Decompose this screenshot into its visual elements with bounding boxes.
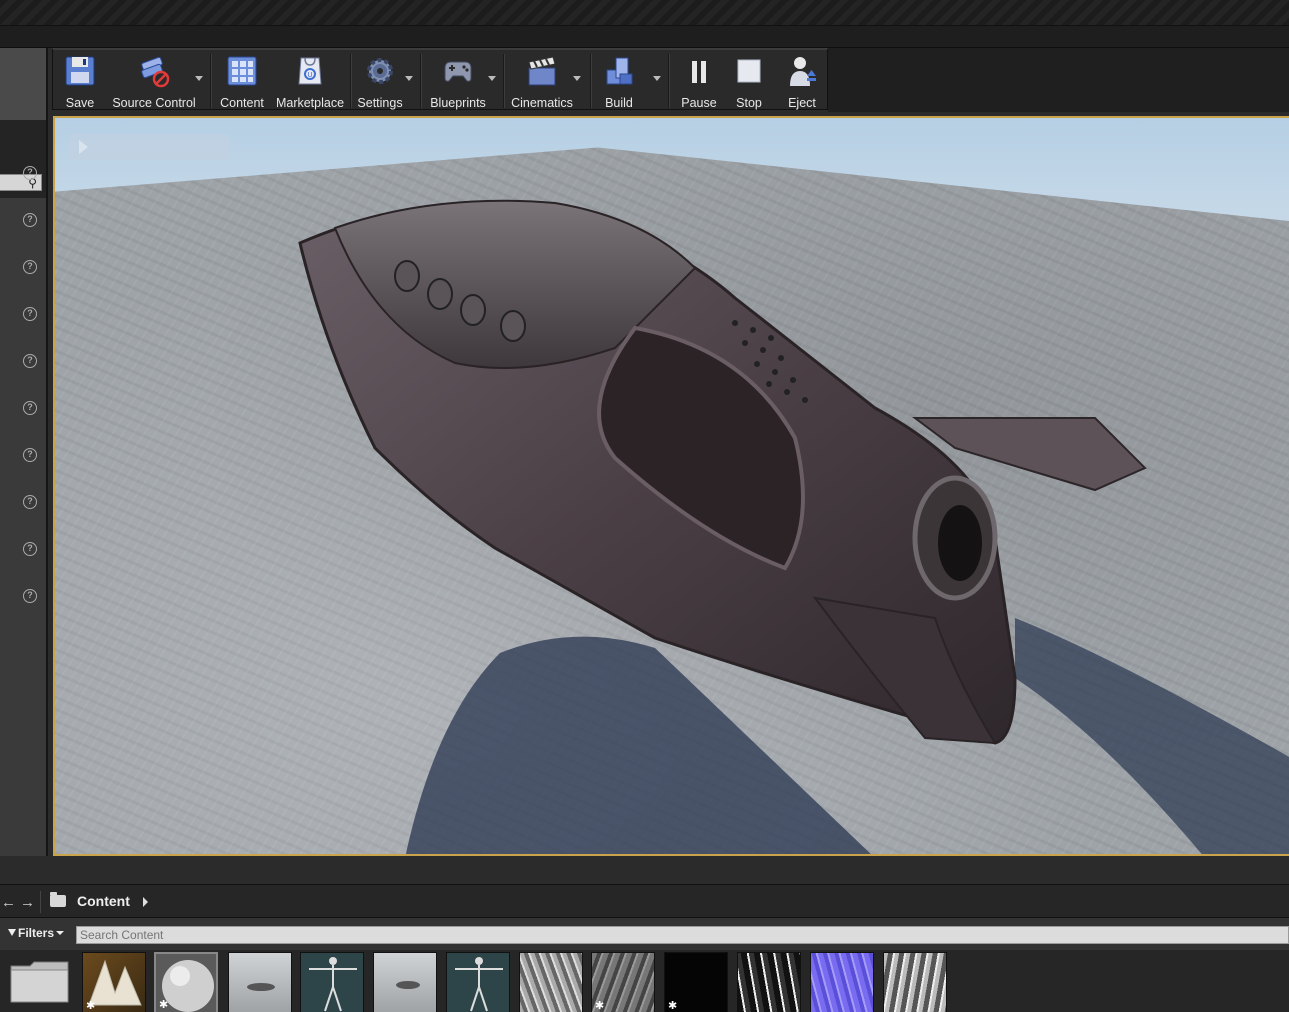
skeleton-icon xyxy=(309,957,357,1012)
toolbar-separator xyxy=(350,54,352,108)
spaceship-model xyxy=(298,199,1289,854)
asset-tile-texture[interactable]: ✱ xyxy=(664,952,728,1012)
search-content-input[interactable] xyxy=(76,926,1289,944)
pause-icon xyxy=(682,54,716,88)
main-toolbar: Save Source Control Content U Marketplac… xyxy=(52,48,828,110)
title-bar xyxy=(0,0,1289,26)
source-control-dropdown-arrow[interactable] xyxy=(195,76,203,81)
save-icon xyxy=(63,54,97,88)
build-dropdown-arrow[interactable] xyxy=(653,76,661,81)
settings-dropdown-arrow[interactable] xyxy=(405,76,413,81)
menu-bar xyxy=(0,26,1289,48)
toolbar-separator xyxy=(503,54,505,108)
path-breadcrumb-content[interactable]: Content xyxy=(77,893,130,909)
help-icon[interactable]: ? xyxy=(23,589,37,603)
asset-tile-texture[interactable]: ✱ xyxy=(591,952,655,1012)
folder-open-icon xyxy=(50,892,66,907)
toolbar-separator xyxy=(668,54,670,108)
asterisk-icon: ✱ xyxy=(595,1000,605,1012)
blueprints-dropdown-arrow[interactable] xyxy=(488,76,496,81)
cinematics-button[interactable]: Cinematics xyxy=(509,50,575,110)
build-button[interactable]: Build xyxy=(597,50,641,110)
svg-text:U: U xyxy=(308,71,313,79)
cinematics-dropdown-arrow[interactable] xyxy=(573,76,581,81)
asterisk-icon: ✱ xyxy=(159,999,169,1011)
asset-tile-texture[interactable] xyxy=(737,952,801,1012)
blueprints-gamepad-icon xyxy=(441,54,475,88)
forward-arrow-icon[interactable]: → xyxy=(20,894,35,911)
eject-button[interactable]: Eject xyxy=(783,50,821,110)
eject-person-icon xyxy=(785,54,819,88)
path-separator xyxy=(40,891,41,913)
settings-gear-icon xyxy=(363,54,397,88)
asterisk-icon: ✱ xyxy=(86,1000,96,1012)
ship-mesh-icon xyxy=(247,983,275,991)
details-panel-header xyxy=(0,48,46,120)
content-button[interactable]: Content xyxy=(219,50,265,110)
help-icon[interactable]: ? xyxy=(23,354,37,368)
back-arrow-icon[interactable]: ← xyxy=(1,894,16,911)
toolbar-separator xyxy=(210,54,212,108)
stop-icon xyxy=(732,54,766,88)
folder-icon xyxy=(10,961,69,1003)
asset-tile-folder[interactable] xyxy=(8,952,72,1012)
asset-tile-texture[interactable] xyxy=(519,952,583,1012)
asset-tile-skeleton[interactable] xyxy=(446,952,510,1012)
help-icon[interactable]: ? xyxy=(23,448,37,462)
help-icon[interactable]: ? xyxy=(23,495,37,509)
asset-tile-texture[interactable] xyxy=(810,952,874,1012)
asset-tile-ship-mesh[interactable] xyxy=(228,952,292,1012)
content-browser-filter-bar: Filters xyxy=(0,918,1289,950)
asset-grid: ✱ ✱ ✱ ✱ xyxy=(0,950,1289,1012)
ship-mesh-icon xyxy=(396,981,420,989)
toolbar-empty-area xyxy=(828,48,1289,112)
toolbar-separator xyxy=(420,54,422,108)
pause-button[interactable]: Pause xyxy=(677,50,721,110)
chevron-right-icon[interactable] xyxy=(143,897,148,907)
help-icon[interactable]: ? xyxy=(23,401,37,415)
asset-tile-material[interactable]: ✱ xyxy=(154,952,218,1012)
marketplace-icon: U xyxy=(293,54,327,88)
chevron-down-icon xyxy=(56,931,65,935)
asset-tile-texture[interactable] xyxy=(883,952,947,1012)
settings-button[interactable]: Settings xyxy=(357,50,403,110)
viewport-bottom-gap xyxy=(0,856,1289,884)
blueprints-button[interactable]: Blueprints xyxy=(427,50,489,110)
asterisk-icon: ✱ xyxy=(668,1000,678,1012)
help-icon[interactable]: ? xyxy=(23,213,37,227)
build-blocks-icon xyxy=(602,54,636,88)
cinematics-clapper-icon xyxy=(525,54,559,88)
asset-tile-ship-mesh[interactable] xyxy=(373,952,437,1012)
filter-funnel-icon xyxy=(8,929,16,936)
help-icon[interactable]: ? xyxy=(23,307,37,321)
level-viewport[interactable] xyxy=(53,116,1289,856)
asset-tile-landscape[interactable]: ✱ xyxy=(82,952,146,1012)
asset-tile-skeleton[interactable] xyxy=(300,952,364,1012)
help-icon[interactable]: ? xyxy=(23,166,37,180)
stop-button[interactable]: Stop xyxy=(731,50,767,110)
toolbar-separator xyxy=(590,54,592,108)
help-icon[interactable]: ? xyxy=(23,542,37,556)
skeleton-icon xyxy=(455,957,503,1012)
marketplace-button[interactable]: U Marketplace xyxy=(275,50,345,110)
help-icon[interactable]: ? xyxy=(23,260,37,274)
content-browser-icon xyxy=(225,54,259,88)
filters-button[interactable]: Filters xyxy=(8,926,65,940)
editor-window: { "toolbar": { "buttons": [ {"label": "S… xyxy=(0,0,1289,1012)
filters-label: Filters xyxy=(18,926,55,940)
save-button[interactable]: Save xyxy=(61,50,99,110)
source-control-icon xyxy=(137,54,171,88)
source-control-button[interactable]: Source Control xyxy=(111,50,197,110)
content-browser-path-bar: ← → Content xyxy=(0,884,1289,918)
